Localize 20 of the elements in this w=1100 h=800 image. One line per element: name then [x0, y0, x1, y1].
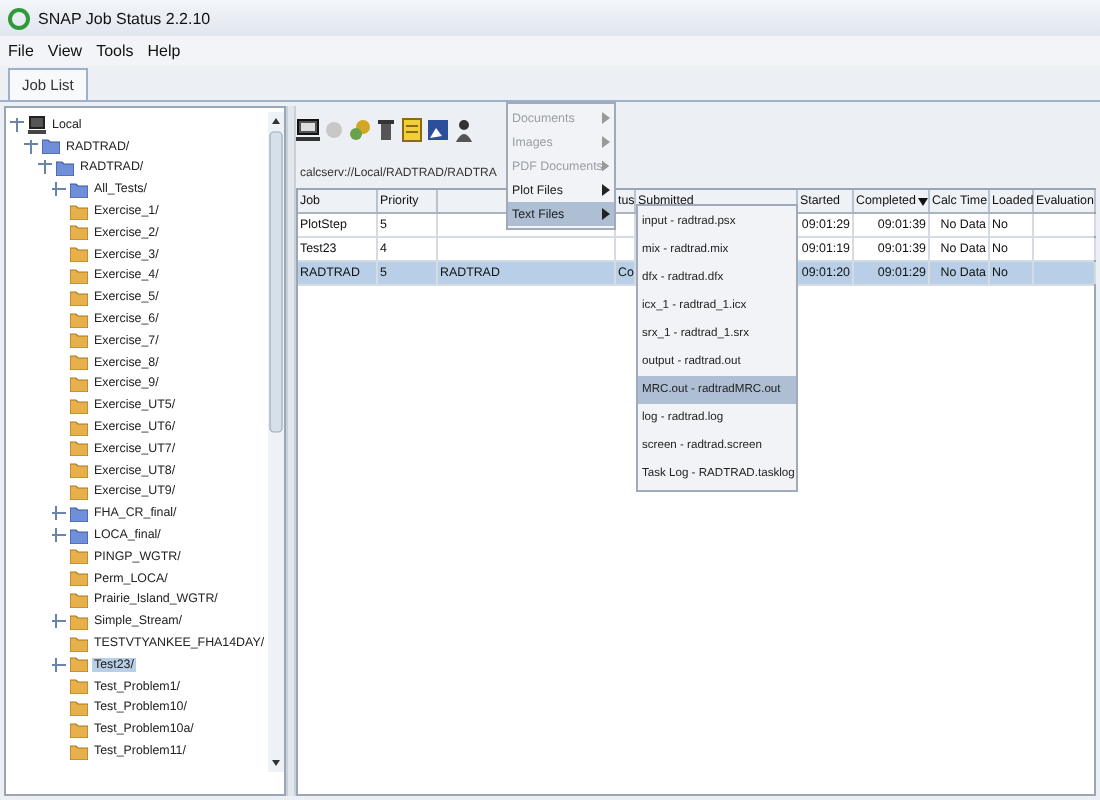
scrollbar-drawing[interactable] [268, 112, 284, 772]
note-icon[interactable] [400, 114, 424, 146]
expand-handle-icon[interactable] [52, 528, 66, 543]
expand-handle-icon[interactable] [10, 117, 24, 132]
computer-icon [28, 115, 46, 134]
expand-handle-icon[interactable] [52, 506, 66, 521]
window-title: SNAP Job Status 2.2.10 [38, 9, 211, 27]
expand-handle-icon[interactable] [52, 657, 66, 672]
menu-item[interactable]: Tools [96, 42, 134, 60]
image-icon[interactable] [426, 114, 450, 146]
expand-handle-icon[interactable] [52, 182, 66, 197]
monitor-icon[interactable] [296, 114, 320, 146]
menu-item[interactable]: View [47, 42, 83, 60]
expand-handle-icon[interactable] [52, 614, 66, 629]
person-icon[interactable] [452, 114, 476, 146]
app-icon [8, 7, 30, 29]
expand-handle-icon[interactable] [38, 160, 52, 175]
menu-item[interactable]: Help [147, 42, 181, 60]
menu-item[interactable]: File [8, 42, 34, 60]
expand-handle-icon[interactable] [24, 139, 38, 154]
